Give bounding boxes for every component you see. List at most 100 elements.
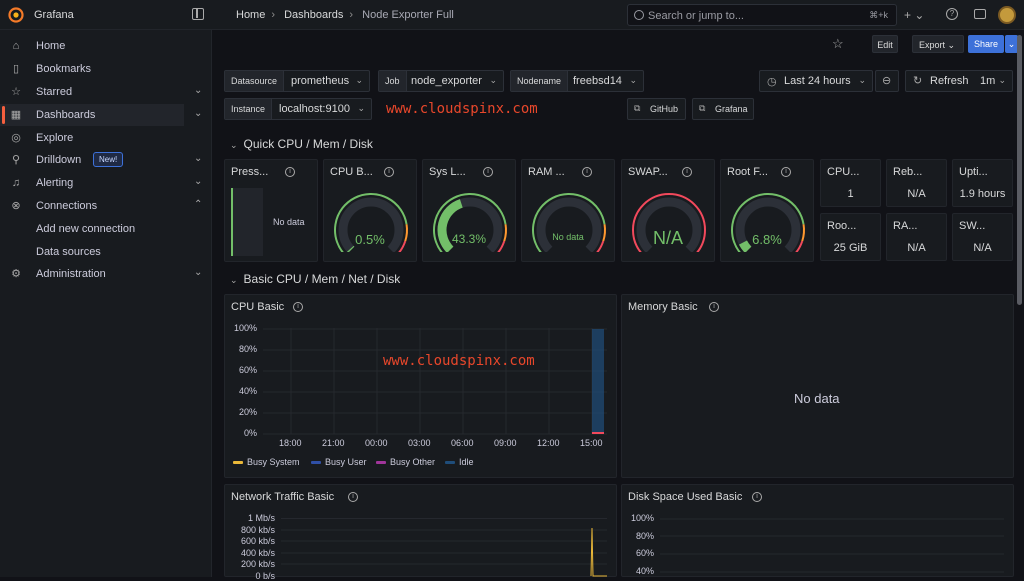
y-tick-label: 40% bbox=[622, 566, 654, 576]
sidebar: ⌂ Home ▯ Bookmarks ☆ Starred ⌄ ▦ Dashboa… bbox=[0, 30, 212, 577]
info-icon[interactable]: i bbox=[752, 492, 762, 502]
network-basic-panel: Network Traffic Basic i 1 Mb/s800 kb/s60… bbox=[224, 484, 617, 577]
sidebar-item-label: Connections bbox=[36, 200, 97, 212]
refresh-picker[interactable]: ↻ Refresh 1m ⌄ bbox=[905, 70, 1013, 92]
info-icon[interactable]: i bbox=[348, 492, 358, 502]
refresh-icon: ↻ bbox=[913, 74, 922, 87]
sidebar-item-home[interactable]: ⌂ Home bbox=[0, 35, 212, 57]
y-tick-label: 0% bbox=[225, 428, 257, 438]
external-link-icon: ⧉ bbox=[634, 103, 640, 114]
chevron-down-icon[interactable]: ⌄ bbox=[194, 108, 202, 119]
sidebar-item-label: Data sources bbox=[36, 246, 101, 258]
info-icon[interactable]: i bbox=[709, 302, 719, 312]
panel-title: Sys L... bbox=[429, 166, 466, 178]
sidebar-item-administration[interactable]: ⚙ Administration ⌄ bbox=[0, 263, 212, 285]
sidebar-item-label: Explore bbox=[36, 132, 73, 144]
info-icon[interactable]: i bbox=[582, 167, 592, 177]
share-button[interactable]: Share bbox=[968, 35, 1004, 53]
dock-menu-icon[interactable] bbox=[192, 8, 204, 20]
sidebar-item-alerting[interactable]: ♫ Alerting ⌄ bbox=[0, 172, 212, 194]
y-tick-label: 0 b/s bbox=[225, 571, 275, 581]
row-basic-header[interactable]: ⌄Basic CPU / Mem / Net / Disk bbox=[230, 272, 400, 286]
info-icon[interactable]: i bbox=[781, 167, 791, 177]
y-tick-label: 60% bbox=[225, 365, 257, 375]
grafana-link[interactable]: ⧉ Grafana bbox=[692, 98, 754, 120]
sidebar-item-drilldown[interactable]: ⚲ Drilldown New! ⌄ bbox=[0, 149, 212, 171]
sidebar-item-label: Bookmarks bbox=[36, 63, 91, 75]
search-placeholder: Search or jump to... bbox=[648, 10, 744, 22]
gauge-value: 0.5% bbox=[324, 232, 416, 247]
breadcrumb-dashboards[interactable]: Dashboards bbox=[284, 9, 343, 21]
export-button[interactable]: Export ⌄ bbox=[912, 35, 964, 53]
github-link[interactable]: ⧉ GitHub bbox=[627, 98, 686, 120]
sidebar-item-add-connection[interactable]: Add new connection bbox=[0, 218, 212, 240]
x-tick-label: 12:00 bbox=[537, 438, 560, 448]
stat-ram-total: RA... N/A bbox=[886, 213, 947, 261]
gauge-value: N/A bbox=[622, 228, 714, 249]
zoom-out-button[interactable]: ⊖ bbox=[875, 70, 899, 92]
avatar[interactable] bbox=[998, 6, 1016, 24]
legend-busy-user[interactable]: Busy User bbox=[311, 457, 367, 467]
help-icon[interactable]: ? bbox=[946, 8, 958, 20]
x-tick-label: 09:00 bbox=[494, 438, 517, 448]
sidebar-item-connections[interactable]: ⊗ Connections ⌃ bbox=[0, 195, 212, 217]
chevron-down-icon[interactable]: ⌄ bbox=[194, 267, 202, 278]
news-icon[interactable] bbox=[974, 9, 986, 19]
sidebar-item-explore[interactable]: ◎ Explore bbox=[0, 127, 212, 149]
grafana-logo-icon[interactable] bbox=[8, 7, 24, 23]
chevron-up-icon[interactable]: ⌃ bbox=[194, 199, 202, 210]
time-range-value: Last 24 hours bbox=[784, 75, 851, 87]
legend-busy-system[interactable]: Busy System bbox=[233, 457, 300, 467]
panel-title: Network Traffic Basic bbox=[231, 491, 334, 503]
x-tick-label: 21:00 bbox=[322, 438, 345, 448]
chevron-down-icon[interactable]: ⌄ bbox=[194, 176, 202, 187]
gauge-value: 6.8% bbox=[721, 232, 813, 247]
legend-label: Busy System bbox=[247, 457, 300, 467]
chevron-down-icon: ⌄ bbox=[948, 40, 956, 50]
row-quick-header[interactable]: ⌄Quick CPU / Mem / Disk bbox=[230, 137, 373, 151]
edit-button[interactable]: Edit bbox=[872, 35, 898, 53]
root-fs-panel: Root F... i 6.8% bbox=[720, 159, 814, 262]
time-range-picker[interactable]: ◷ Last 24 hours ⌄ bbox=[759, 70, 873, 92]
network-plot-area bbox=[281, 518, 607, 578]
pressure-panel: Press... i No data bbox=[224, 159, 318, 262]
dashboards-icon: ▦ bbox=[10, 109, 22, 121]
home-icon: ⌂ bbox=[10, 40, 22, 52]
info-icon[interactable]: i bbox=[293, 302, 303, 312]
breadcrumb-home[interactable]: Home bbox=[236, 9, 265, 21]
sidebar-item-data-sources[interactable]: Data sources bbox=[0, 241, 212, 263]
chevron-down-icon[interactable]: ⌄ bbox=[194, 85, 202, 96]
scrollbar[interactable] bbox=[1017, 35, 1022, 305]
sidebar-item-starred[interactable]: ☆ Starred ⌄ bbox=[0, 81, 212, 103]
sidebar-item-dashboards[interactable]: ▦ Dashboards bbox=[0, 104, 184, 126]
datasource-variable[interactable]: Datasource prometheus ⌄ bbox=[224, 70, 370, 92]
sidebar-item-bookmarks[interactable]: ▯ Bookmarks bbox=[0, 58, 212, 80]
info-icon[interactable]: i bbox=[483, 167, 493, 177]
legend-idle[interactable]: Idle bbox=[445, 457, 474, 467]
pressure-bar bbox=[231, 188, 263, 256]
swap-panel: SWAP... i N/A bbox=[621, 159, 715, 262]
y-tick-label: 20% bbox=[225, 407, 257, 417]
ram-gauge bbox=[529, 192, 609, 252]
panel-title: Reb... bbox=[893, 166, 922, 178]
panel-title: Disk Space Used Basic bbox=[628, 491, 742, 503]
info-icon[interactable]: i bbox=[682, 167, 692, 177]
info-icon[interactable]: i bbox=[285, 167, 295, 177]
job-variable[interactable]: Job node_exporter ⌄ bbox=[378, 70, 504, 92]
variable-value: freebsd14 bbox=[573, 75, 622, 87]
legend-busy-other[interactable]: Busy Other bbox=[376, 457, 435, 467]
info-icon[interactable]: i bbox=[384, 167, 394, 177]
panel-title: Upti... bbox=[959, 166, 988, 178]
stat-root-fs-total: Roo... 25 GiB bbox=[820, 213, 881, 261]
no-data-text: No data bbox=[794, 391, 840, 406]
search-input[interactable]: Search or jump to... ⌘+k bbox=[627, 4, 897, 26]
clock-icon: ◷ bbox=[767, 75, 777, 88]
star-icon[interactable]: ☆ bbox=[832, 36, 844, 52]
sidebar-item-label: Add new connection bbox=[36, 223, 135, 235]
plus-icon[interactable]: + ⌄ bbox=[904, 8, 924, 22]
ram-panel: RAM ... i No data bbox=[521, 159, 615, 262]
x-tick-label: 00:00 bbox=[365, 438, 388, 448]
chevron-down-icon[interactable]: ⌄ bbox=[194, 153, 202, 164]
nodename-variable[interactable]: Nodename freebsd14 ⌄ bbox=[510, 70, 644, 92]
instance-variable[interactable]: Instance localhost:9100 ⌄ bbox=[224, 98, 372, 120]
